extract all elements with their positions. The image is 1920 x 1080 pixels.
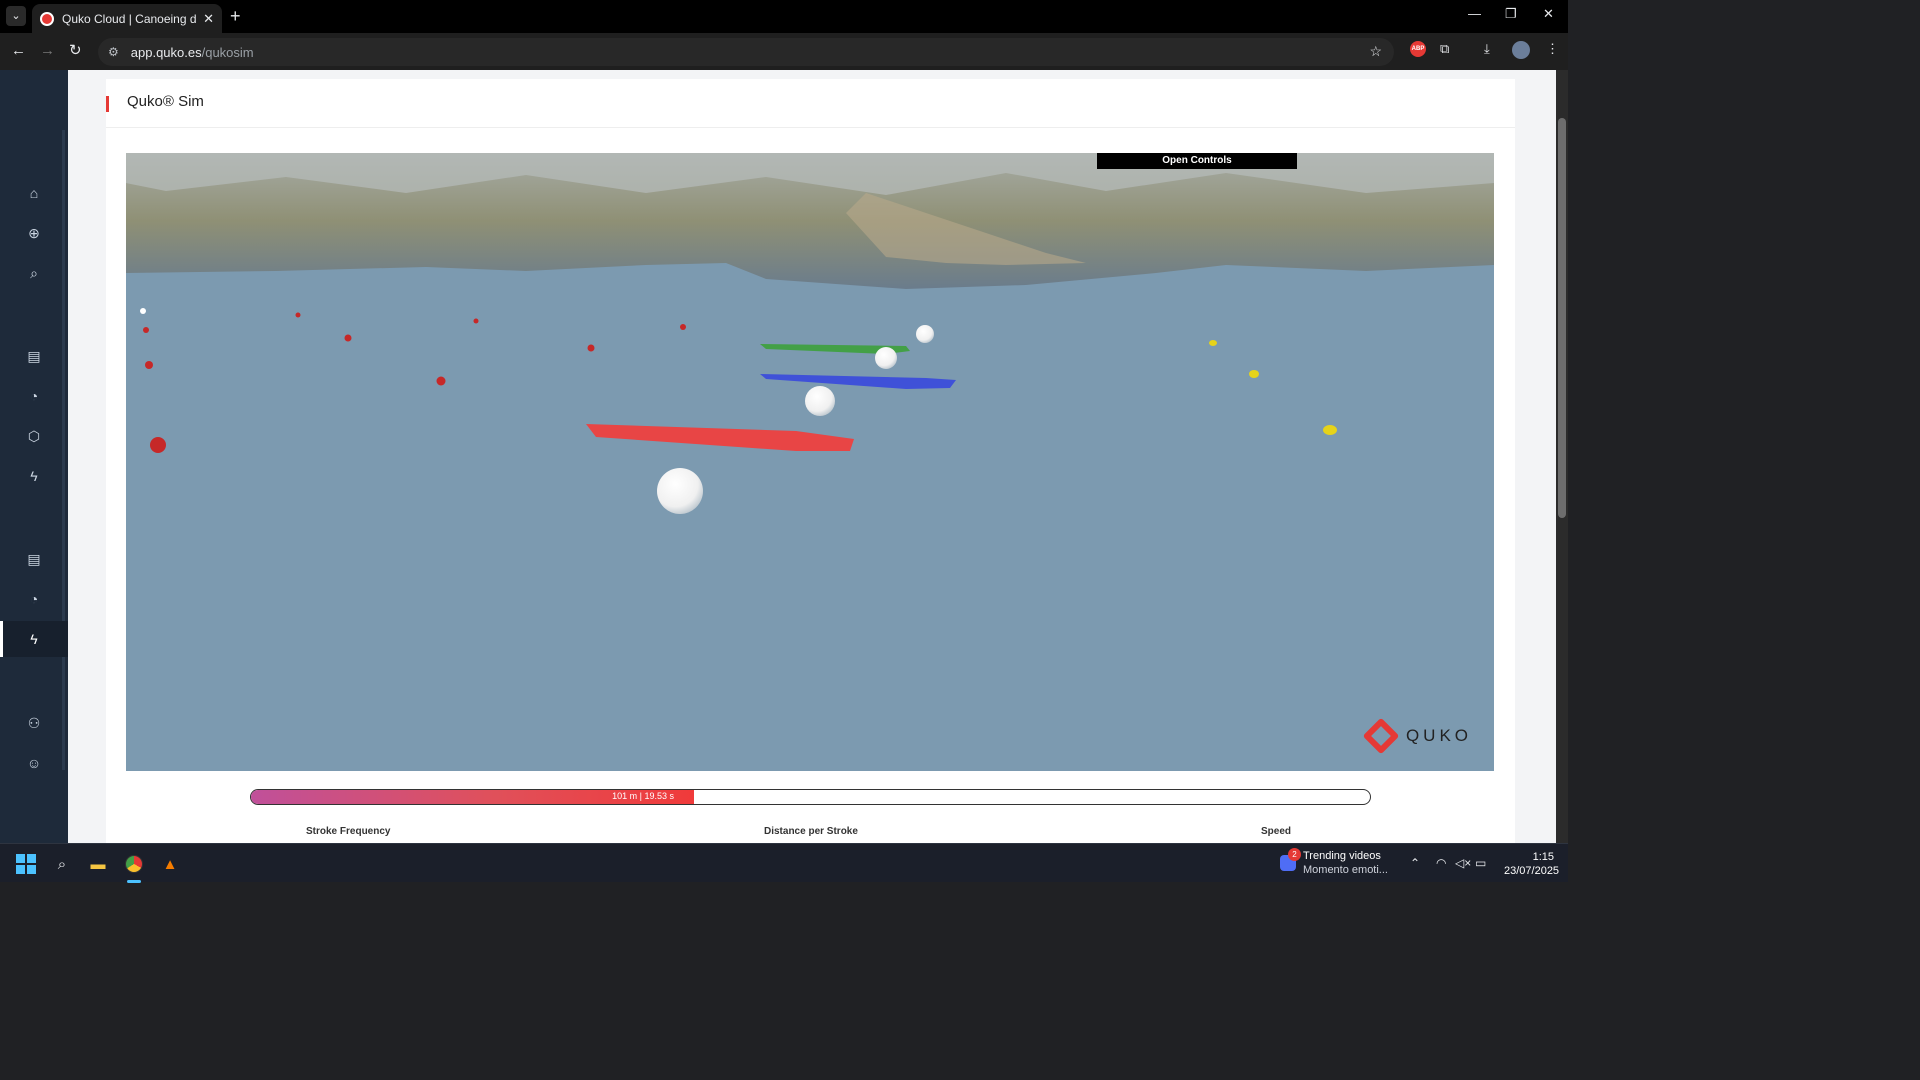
- taskbar-search-icon[interactable]: ⌕: [51, 853, 73, 875]
- home-icon: ⌂: [29, 185, 39, 201]
- minimize-icon[interactable]: —: [1468, 6, 1481, 21]
- windows-taskbar: ⌕ ▬ ▲ 2 Trending videos Momento emoti...…: [0, 843, 1568, 883]
- restore-icon[interactable]: ❐: [1505, 6, 1517, 22]
- back-icon[interactable]: ←: [11, 42, 26, 60]
- sidebar-item-home[interactable]: ⌂: [0, 175, 68, 211]
- bolt-icon: ϟ: [30, 631, 38, 647]
- sidebar-item-3d[interactable]: ⬡: [0, 418, 68, 454]
- quko-logo: QUKO: [1362, 717, 1472, 755]
- sim-scene: [126, 153, 1494, 771]
- bookmark-star-icon[interactable]: ☆: [1369, 43, 1382, 60]
- page-title: Quko® Sim: [127, 93, 204, 110]
- sidebar-item-search[interactable]: ⌕: [0, 255, 68, 291]
- clock-date: 23/07/2025: [1504, 865, 1560, 877]
- sidebar-item-analytics-2[interactable]: ◔: [0, 581, 68, 617]
- battery-icon[interactable]: ▭: [1475, 856, 1486, 870]
- sidebar-item-team[interactable]: ⚇: [0, 705, 68, 741]
- sidebar-item-documents[interactable]: ▤: [0, 338, 68, 374]
- search-icon: ⌕: [30, 264, 38, 281]
- race-progress-bar[interactable]: 101 m | 19.53 s: [250, 789, 1371, 805]
- open-controls-button[interactable]: Open Controls: [1097, 153, 1297, 169]
- news-subtitle: Momento emoti...: [1303, 864, 1388, 876]
- tab-title: Quko Cloud | Canoeing data an: [62, 11, 197, 26]
- metric-stroke-frequency: Stroke Frequency: [306, 826, 391, 837]
- sidebar-item-sim[interactable]: ϟ: [0, 621, 68, 657]
- extensions-icon[interactable]: ⧉: [1440, 41, 1449, 57]
- chrome-active-indicator: [127, 880, 141, 883]
- sidebar-item-add[interactable]: ⊕: [0, 215, 68, 251]
- browser-tab-bar: ⌄ Quko Cloud | Canoeing data an ✕ + — ❐ …: [0, 0, 1568, 33]
- profile-avatar[interactable]: [1512, 41, 1530, 59]
- document-icon: ▤: [27, 347, 41, 364]
- quko-logo-text: QUKO: [1405, 726, 1472, 745]
- tab-search-button[interactable]: ⌄: [6, 6, 26, 26]
- browser-toolbar: ← → ↻ ⚙ app.quko.es/qukosim ☆ ABP ⧉ ⤓ ⋮: [0, 33, 1568, 70]
- page-scrollbar[interactable]: [1556, 70, 1568, 843]
- sim-3d-viewport[interactable]: Open Controls QUKO: [126, 153, 1494, 771]
- new-tab-button[interactable]: +: [230, 6, 241, 26]
- sim-card: Quko® Sim Open Controls QUKO 101 m | 19.…: [106, 79, 1515, 843]
- chrome-icon[interactable]: [123, 853, 145, 875]
- close-tab-icon[interactable]: ✕: [203, 11, 214, 27]
- windows-start-icon[interactable]: [15, 853, 37, 875]
- news-badge: 2: [1288, 848, 1301, 861]
- page-content: ⌂ ⊕ ⌕ ▤ ◔ ⬡ ϟ ▤ ◔ ϟ ⚇ ☺ Quko® Sim Open C…: [0, 70, 1556, 843]
- vlc-icon[interactable]: ▲: [159, 853, 181, 875]
- adblock-icon[interactable]: ABP: [1410, 41, 1426, 57]
- wifi-icon[interactable]: ◠: [1436, 856, 1446, 870]
- site-info-icon[interactable]: ⚙: [108, 45, 119, 59]
- clock-time: 1:15: [1532, 851, 1554, 863]
- volume-muted-icon[interactable]: ◁×: [1455, 856, 1471, 870]
- address-bar[interactable]: ⚙ app.quko.es/qukosim ☆: [98, 38, 1394, 66]
- download-icon[interactable]: ⤓: [1484, 41, 1490, 57]
- system-clock[interactable]: 1:15 23/07/2025: [1504, 850, 1560, 878]
- file-explorer-icon[interactable]: ▬: [87, 853, 109, 875]
- card-header: Quko® Sim: [106, 79, 1515, 128]
- url-text: app.quko.es/qukosim: [130, 44, 254, 60]
- news-title: Trending videos: [1303, 850, 1381, 862]
- user-icon: ☺: [26, 755, 42, 771]
- quko-favicon-icon: [40, 11, 54, 26]
- sidebar-item-documents-2[interactable]: ▤: [0, 541, 68, 577]
- reload-icon[interactable]: ↻: [69, 42, 82, 60]
- tray-chevron-icon[interactable]: ⌃: [1410, 856, 1420, 870]
- sidebar-item-activity[interactable]: ϟ: [0, 458, 68, 494]
- plus-circle-icon: ⊕: [28, 224, 40, 241]
- close-window-icon[interactable]: ✕: [1543, 6, 1554, 22]
- news-widget[interactable]: 2 Trending videos Momento emoti...: [1280, 848, 1388, 877]
- forward-icon[interactable]: →: [40, 42, 55, 60]
- sidebar-item-profile[interactable]: ☺: [0, 745, 68, 781]
- pie-chart-icon: ◔: [29, 591, 39, 607]
- metric-speed: Speed: [1261, 826, 1292, 837]
- cube-icon: ⬡: [27, 427, 41, 444]
- pie-chart-icon: ◔: [29, 388, 39, 404]
- title-accent-bar: [106, 96, 109, 112]
- scrollbar-thumb[interactable]: [1558, 118, 1566, 518]
- browser-tab[interactable]: Quko Cloud | Canoeing data an ✕: [32, 4, 222, 33]
- document-icon: ▤: [27, 550, 41, 567]
- race-progress-label: 101 m | 19.53 s: [612, 791, 674, 801]
- sidebar-item-analytics[interactable]: ◔: [0, 378, 68, 414]
- bolt-icon: ϟ: [30, 468, 38, 484]
- users-icon: ⚇: [27, 714, 41, 731]
- quko-logo-mark-icon: [1362, 717, 1400, 755]
- menu-kebab-icon[interactable]: ⋮: [1546, 41, 1559, 57]
- metric-distance-per-stroke: Distance per Stroke: [764, 826, 858, 837]
- sidebar: ⌂ ⊕ ⌕ ▤ ◔ ⬡ ϟ ▤ ◔ ϟ ⚇ ☺: [0, 70, 68, 843]
